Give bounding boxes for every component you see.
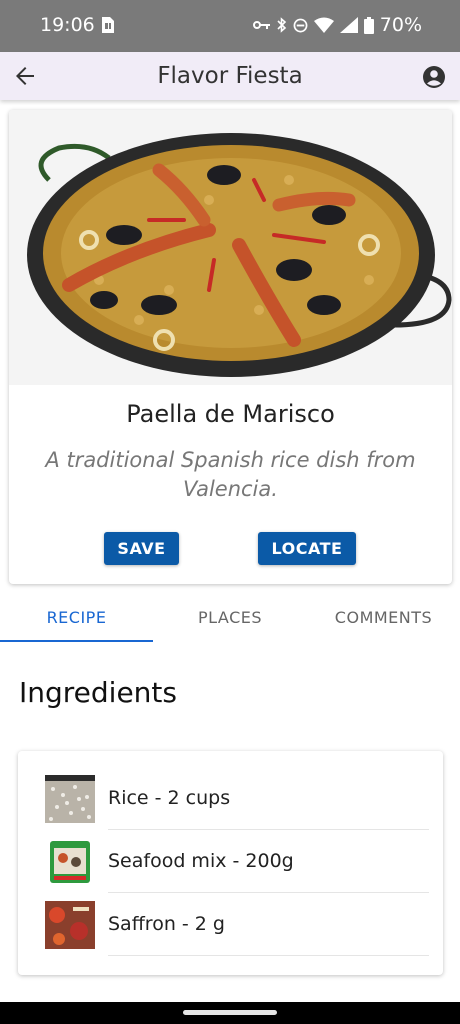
tab-comments[interactable]: COMMENTS <box>307 592 460 642</box>
home-gesture-handle[interactable] <box>183 1010 277 1015</box>
dish-title: Paella de Marisco <box>126 400 335 428</box>
app-title: Flavor Fiesta <box>157 63 303 89</box>
tab-recipe[interactable]: RECIPE <box>0 592 153 642</box>
system-nav-bar <box>0 1002 460 1024</box>
ingredient-label: Seafood mix - 200g <box>108 850 294 872</box>
tab-indicator <box>0 640 153 642</box>
seafood-mix-thumbnail <box>45 838 95 886</box>
paella-photo <box>9 110 452 385</box>
status-icons: 70% <box>252 14 422 36</box>
list-item: Seafood mix - 200g <box>18 830 443 893</box>
list-item: Saffron - 2 g <box>18 893 443 956</box>
list-item: Rice - 2 cups <box>18 767 443 830</box>
sim-card-icon <box>102 17 114 33</box>
account-circle-icon[interactable] <box>422 65 446 89</box>
ingredient-label: Saffron - 2 g <box>108 913 225 935</box>
ingredients-card: Rice - 2 cups Seafood mix - 200g Saffron… <box>18 751 443 975</box>
ingredients-heading: Ingredients <box>19 676 177 709</box>
bluetooth-icon <box>277 17 286 33</box>
status-bar: 19:06 70% <box>0 0 460 52</box>
do-not-disturb-icon <box>293 18 308 32</box>
rice-thumbnail <box>45 775 95 823</box>
dish-card: Paella de Marisco A traditional Spanish … <box>9 110 452 584</box>
dish-description: A traditional Spanish rice dish from Val… <box>45 448 416 501</box>
wifi-icon <box>313 17 334 33</box>
app-bar: Flavor Fiesta <box>0 52 460 100</box>
cell-signal-icon <box>339 17 358 33</box>
battery-icon <box>363 16 374 34</box>
ingredient-label: Rice - 2 cups <box>108 787 231 809</box>
save-button[interactable]: SAVE <box>104 532 179 565</box>
vpn-key-icon <box>252 21 270 29</box>
tab-places[interactable]: PLACES <box>153 592 307 642</box>
divider <box>108 955 429 956</box>
battery-percent: 70% <box>379 14 422 36</box>
saffron-thumbnail <box>45 901 95 949</box>
tab-bar: RECIPE PLACES COMMENTS <box>0 592 460 642</box>
locate-button[interactable]: LOCATE <box>258 532 356 565</box>
status-time: 19:06 <box>40 14 95 36</box>
